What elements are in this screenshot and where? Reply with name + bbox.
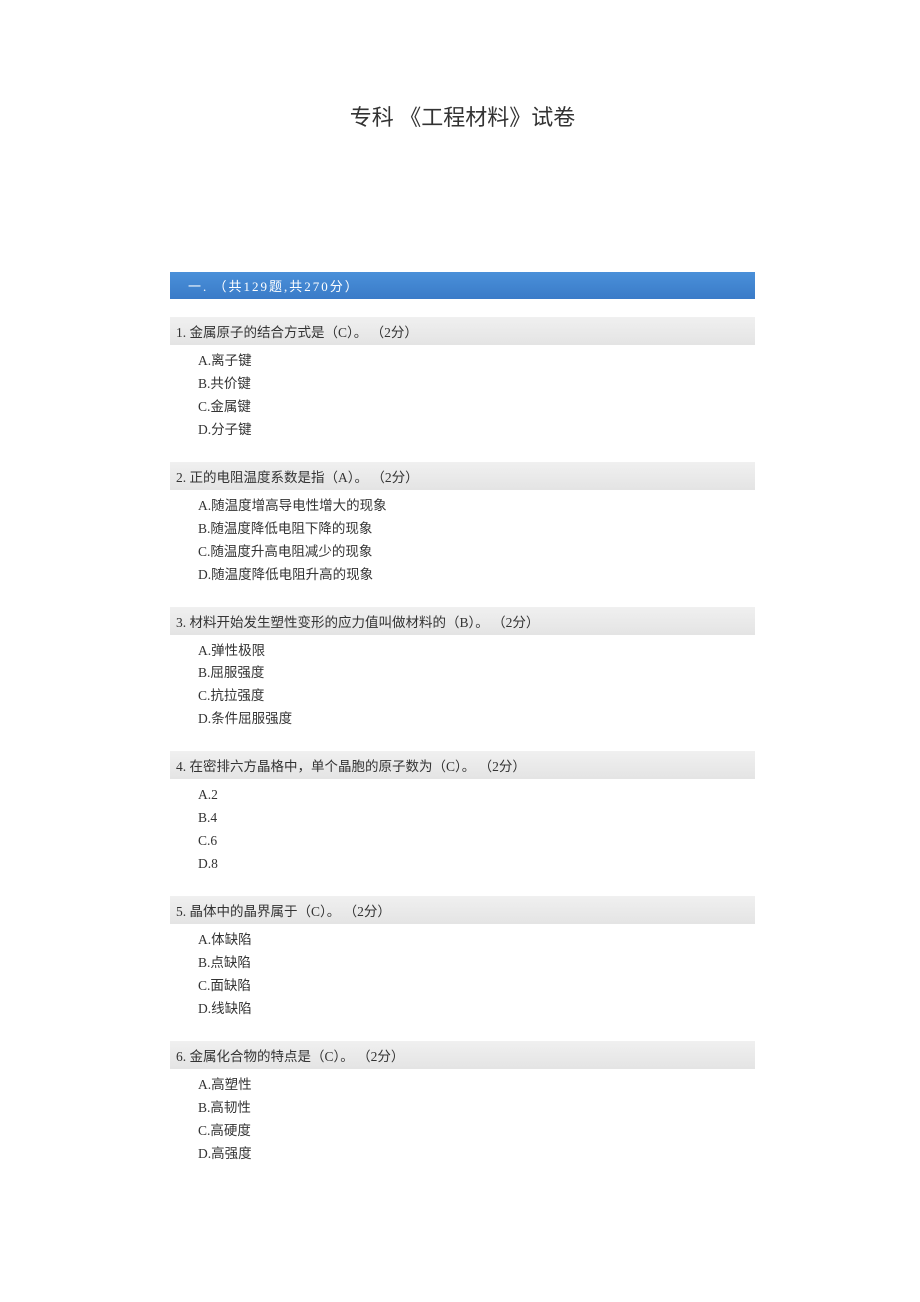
question: 2. 正的电阻温度系数是指（A）。 （2分） A.随温度增高导电性增大的现象B.随… xyxy=(170,462,755,587)
question: 3. 材料开始发生塑性变形的应力值叫做材料的（B）。 （2分） A.弹性极限B.屈… xyxy=(170,607,755,732)
options: A.体缺陷B.点缺陷C.面缺陷D.线缺陷 xyxy=(170,929,755,1021)
option: B.共价键 xyxy=(198,373,755,396)
options: A.随温度增高导电性增大的现象B.随温度降低电阻下降的现象C.随温度升高电阻减少… xyxy=(170,495,755,587)
question-header: 3. 材料开始发生塑性变形的应力值叫做材料的（B）。 （2分） xyxy=(170,607,755,635)
option: B.点缺陷 xyxy=(198,952,755,975)
section-header: 一. （共129题,共270分） xyxy=(170,272,755,299)
question-points: （2分） xyxy=(492,615,539,630)
option: B.随温度降低电阻下降的现象 xyxy=(198,518,755,541)
options: A.高塑性B.高韧性C.高硬度D.高强度 xyxy=(170,1074,755,1166)
option: D.高强度 xyxy=(198,1143,755,1166)
option: D.线缺陷 xyxy=(198,998,755,1021)
options: A.弹性极限B.屈服强度C.抗拉强度D.条件屈服强度 xyxy=(170,640,755,732)
question-points: （2分） xyxy=(344,904,391,919)
question-header: 4. 在密排六方晶格中，单个晶胞的原子数为（C）。 （2分） xyxy=(170,751,755,779)
question: 5. 晶体中的晶界属于（C）。 （2分） A.体缺陷B.点缺陷C.面缺陷D.线缺陷 xyxy=(170,896,755,1021)
option: A.弹性极限 xyxy=(198,640,755,663)
exam-title: 专科 《工程材料》试卷 xyxy=(170,100,755,132)
questions-container: 1. 金属原子的结合方式是（C）。 （2分） A.离子键B.共价键C.金属键D.分… xyxy=(170,317,755,1166)
question-stem: 在密排六方晶格中，单个晶胞的原子数为（C）。 xyxy=(190,759,476,774)
question-stem: 正的电阻温度系数是指（A）。 xyxy=(190,470,369,485)
question-number: 2. xyxy=(176,470,186,485)
question-points: （2分） xyxy=(357,1049,404,1064)
option: C.面缺陷 xyxy=(198,975,755,998)
options: A.2B.4C.6D.8 xyxy=(170,784,755,876)
option: C.抗拉强度 xyxy=(198,685,755,708)
question-number: 4. xyxy=(176,759,186,774)
question-stem: 金属原子的结合方式是（C）。 xyxy=(190,325,368,340)
option: A.高塑性 xyxy=(198,1074,755,1097)
question-header: 5. 晶体中的晶界属于（C）。 （2分） xyxy=(170,896,755,924)
option: B.高韧性 xyxy=(198,1097,755,1120)
question-points: （2分） xyxy=(479,759,526,774)
option: C.随温度升高电阻减少的现象 xyxy=(198,541,755,564)
question-header: 2. 正的电阻温度系数是指（A）。 （2分） xyxy=(170,462,755,490)
section-meta: （共129题,共270分） xyxy=(214,279,360,294)
question: 4. 在密排六方晶格中，单个晶胞的原子数为（C）。 （2分） A.2B.4C.6D… xyxy=(170,751,755,876)
option: A.2 xyxy=(198,784,755,807)
question-stem: 金属化合物的特点是（C）。 xyxy=(190,1049,354,1064)
option: D.条件屈服强度 xyxy=(198,708,755,731)
question-stem: 材料开始发生塑性变形的应力值叫做材料的（B）。 xyxy=(190,615,489,630)
question-number: 3. xyxy=(176,615,186,630)
question: 6. 金属化合物的特点是（C）。 （2分） A.高塑性B.高韧性C.高硬度D.高强… xyxy=(170,1041,755,1166)
question-number: 6. xyxy=(176,1049,186,1064)
options: A.离子键B.共价键C.金属键D.分子键 xyxy=(170,350,755,442)
option: B.屈服强度 xyxy=(198,662,755,685)
question-number: 1. xyxy=(176,325,186,340)
option: A.体缺陷 xyxy=(198,929,755,952)
option: D.8 xyxy=(198,853,755,876)
option: C.金属键 xyxy=(198,396,755,419)
option: C.6 xyxy=(198,830,755,853)
question-header: 1. 金属原子的结合方式是（C）。 （2分） xyxy=(170,317,755,345)
option: C.高硬度 xyxy=(198,1120,755,1143)
option: A.离子键 xyxy=(198,350,755,373)
question-stem: 晶体中的晶界属于（C）。 xyxy=(190,904,341,919)
section-number: 一. xyxy=(188,279,208,294)
question-points: （2分） xyxy=(371,470,418,485)
question-header: 6. 金属化合物的特点是（C）。 （2分） xyxy=(170,1041,755,1069)
option: D.分子键 xyxy=(198,419,755,442)
option: B.4 xyxy=(198,807,755,830)
option: D.随温度降低电阻升高的现象 xyxy=(198,564,755,587)
question: 1. 金属原子的结合方式是（C）。 （2分） A.离子键B.共价键C.金属键D.分… xyxy=(170,317,755,442)
question-number: 5. xyxy=(176,904,186,919)
option: A.随温度增高导电性增大的现象 xyxy=(198,495,755,518)
question-points: （2分） xyxy=(371,325,418,340)
